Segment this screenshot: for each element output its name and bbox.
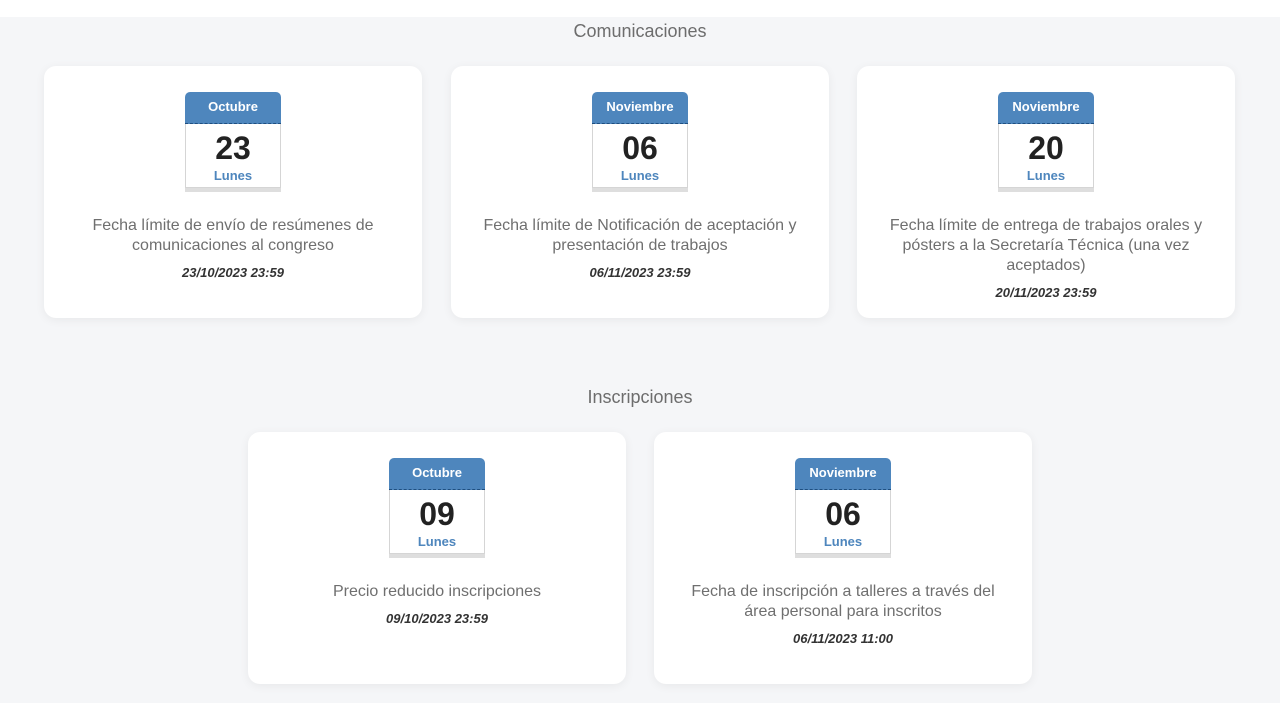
section-title-comunicaciones: Comunicaciones	[573, 21, 707, 41]
deadline-description: Precio reducido inscripciones	[332, 583, 542, 600]
calendar-weekday: Lunes	[620, 168, 660, 183]
deadlines-page: Comunicaciones Octubre 23 Lunes Fecha lí…	[0, 17, 1280, 703]
calendar-day: 06	[825, 496, 861, 532]
deadline-card: Octubre 23 Lunes Fecha límite de envío d…	[44, 66, 422, 318]
calendar-weekday: Lunes	[213, 168, 253, 183]
deadline-text: Fecha de inscripción a talleres a través…	[674, 582, 1012, 648]
calendar-day: 09	[419, 496, 455, 532]
calendar-day: 06	[622, 130, 658, 166]
deadline-description: Fecha límite de envío de resúmenes de co…	[92, 217, 374, 254]
calendar-month: Octubre	[389, 458, 485, 490]
calendar-month: Octubre	[185, 92, 281, 124]
calendar-icon: Noviembre 06 Lunes	[795, 458, 891, 558]
deadline-datetime: 20/11/2023 23:59	[995, 285, 1097, 300]
deadline-datetime: 06/11/2023 23:59	[589, 265, 691, 280]
calendar-month: Noviembre	[795, 458, 891, 490]
section-title-inscripciones: Inscripciones	[587, 387, 693, 407]
calendar-day: 20	[1028, 130, 1064, 166]
deadline-card: Octubre 09 Lunes Precio reducido inscrip…	[248, 432, 626, 684]
deadline-text: Fecha límite de Notificación de aceptaci…	[471, 216, 809, 282]
deadline-description: Fecha límite de entrega de trabajos oral…	[889, 217, 1203, 274]
calendar-icon: Octubre 23 Lunes	[185, 92, 281, 192]
calendar-weekday: Lunes	[1026, 168, 1066, 183]
calendar-weekday: Lunes	[417, 534, 457, 549]
deadline-card: Noviembre 06 Lunes Fecha de inscripción …	[654, 432, 1032, 684]
deadline-card: Noviembre 20 Lunes Fecha límite de entre…	[857, 66, 1235, 318]
calendar-sheet: 06 Lunes	[795, 490, 891, 554]
deadline-card: Noviembre 06 Lunes Fecha límite de Notif…	[451, 66, 829, 318]
calendar-icon: Noviembre 20 Lunes	[998, 92, 1094, 192]
calendar-icon: Octubre 09 Lunes	[389, 458, 485, 558]
deadline-text: Fecha límite de envío de resúmenes de co…	[64, 216, 402, 282]
calendar-sheet: 06 Lunes	[592, 124, 688, 188]
deadline-datetime: 06/11/2023 11:00	[793, 631, 893, 646]
calendar-month: Noviembre	[998, 92, 1094, 124]
calendar-sheet: 09 Lunes	[389, 490, 485, 554]
deadline-description: Fecha límite de Notificación de aceptaci…	[483, 217, 797, 254]
calendar-day: 23	[215, 130, 251, 166]
deadline-text: Fecha límite de entrega de trabajos oral…	[877, 216, 1215, 302]
calendar-sheet: 23 Lunes	[185, 124, 281, 188]
calendar-weekday: Lunes	[823, 534, 863, 549]
deadline-description: Fecha de inscripción a talleres a través…	[691, 583, 995, 620]
deadline-datetime: 09/10/2023 23:59	[386, 611, 488, 626]
calendar-month: Noviembre	[592, 92, 688, 124]
calendar-icon: Noviembre 06 Lunes	[592, 92, 688, 192]
deadline-datetime: 23/10/2023 23:59	[182, 265, 284, 280]
deadline-text: Precio reducido inscripciones 09/10/2023…	[268, 582, 606, 628]
calendar-sheet: 20 Lunes	[998, 124, 1094, 188]
